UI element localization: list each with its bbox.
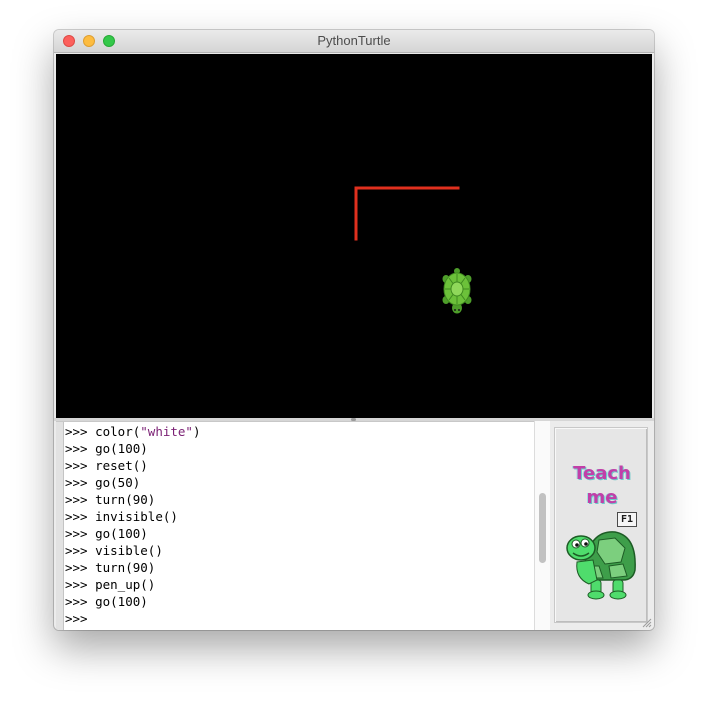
cartoon-turtle-icon (566, 531, 636, 600)
shell-line: >>> go(100) (65, 526, 148, 541)
shell-scrollbar[interactable] (534, 421, 550, 630)
prompt: >>> (65, 458, 88, 473)
prompt: >>> (65, 492, 88, 507)
shell-line: >>> invisible() (65, 509, 178, 524)
shell-line: >>> visible() (65, 543, 163, 558)
shell-gutter (56, 422, 64, 630)
window-title: PythonTurtle (317, 33, 391, 48)
shell-line: >>> turn(90) (65, 492, 156, 507)
title-bar[interactable]: PythonTurtle (54, 30, 654, 53)
shell-line: >>> go(100) (65, 594, 148, 609)
shell-line: >>> pen_up() (65, 577, 156, 592)
prompt: >>> (65, 526, 88, 541)
scrollbar-thumb[interactable] (539, 493, 546, 563)
help-panel: Teach me F1 (550, 421, 654, 630)
f1-key-badge: F1 (617, 512, 637, 527)
python-shell[interactable]: >>> color("white") >>> go(100) >>> reset… (56, 421, 534, 630)
shell-line: >>> reset() (65, 458, 148, 473)
shell-line: >>> go(50) (65, 475, 141, 490)
prompt: >>> (65, 577, 88, 592)
teach-me-button[interactable]: Teach me F1 (554, 427, 648, 623)
shell-line: >>> turn(90) (65, 560, 156, 575)
turtle-canvas[interactable] (56, 54, 652, 418)
prompt: >>> (65, 611, 88, 626)
prompt: >>> (65, 424, 88, 439)
prompt: >>> (65, 441, 88, 456)
prompt: >>> (65, 509, 88, 524)
prompt: >>> (65, 594, 88, 609)
shell-history: >>> color("white") >>> go(100) >>> reset… (65, 423, 200, 627)
shell-line: >>> color("white") (65, 424, 201, 439)
prompt: >>> (65, 475, 88, 490)
drawn-path (354, 186, 460, 241)
resize-grip-icon[interactable] (642, 618, 652, 628)
turtle-drawing (354, 186, 472, 314)
shell-input-line[interactable]: >>> (65, 610, 200, 627)
prompt: >>> (65, 543, 88, 558)
prompt: >>> (65, 560, 88, 575)
teach-me-label: Teach me (573, 463, 631, 508)
turtle-sprite (442, 268, 472, 314)
shell-line: >>> go(100) (65, 441, 148, 456)
pythonturtle-window: PythonTurtle >>> color("white") >>> go(1… (54, 30, 654, 630)
